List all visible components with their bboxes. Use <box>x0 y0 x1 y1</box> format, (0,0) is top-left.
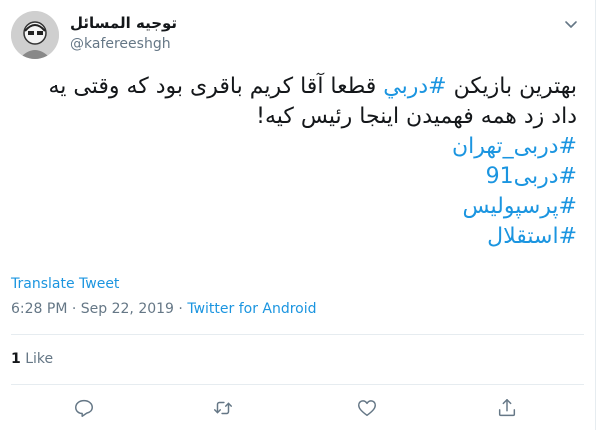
hashtag-link[interactable]: #پرسپولیس <box>18 192 577 222</box>
likes-count[interactable]: 1 Like <box>11 351 53 367</box>
display-name[interactable]: توجیه المسائل <box>70 14 177 32</box>
hashtag-link[interactable]: #دربي <box>383 74 446 99</box>
avatar-image <box>11 11 59 59</box>
tweet-source-link[interactable]: Twitter for Android <box>187 301 316 317</box>
tweet-actions <box>0 393 596 423</box>
retweet-icon[interactable] <box>212 397 234 419</box>
reply-icon[interactable] <box>73 397 95 419</box>
share-icon[interactable] <box>496 397 518 419</box>
tweet-main-text: بهترین بازیکن #دربي قطعا آقا کریم باقری … <box>18 72 577 132</box>
divider <box>11 384 584 385</box>
tweet-time[interactable]: 6:28 PM <box>11 301 67 317</box>
hashtag-link[interactable]: #دربی_تهران <box>18 132 577 162</box>
hashtag-link[interactable]: #دربی91 <box>18 162 577 192</box>
tweet-text: بهترین بازیکن #دربي قطعا آقا کریم باقری … <box>18 72 577 252</box>
likes-number: 1 <box>11 351 21 367</box>
tweet-date[interactable]: Sep 22, 2019 <box>81 301 174 317</box>
likes-label: Like <box>25 351 54 367</box>
chevron-down-icon[interactable] <box>563 16 579 32</box>
translate-tweet-link[interactable]: Translate Tweet <box>11 276 119 292</box>
hashtag-link[interactable]: #استقلال <box>18 222 577 252</box>
user-handle[interactable]: @kafereeshgh <box>70 36 171 52</box>
tweet-text-part: بهترین بازیکن <box>446 74 577 99</box>
divider <box>11 334 584 335</box>
tweet-card: توجیه المسائل @kafereeshgh بهترین بازیکن… <box>0 0 596 430</box>
hashtag-list: #دربی_تهران #دربی91 #پرسپولیس #استقلال <box>18 132 577 252</box>
avatar[interactable] <box>11 11 59 59</box>
meta-separator: · <box>178 301 183 317</box>
meta-separator: · <box>71 301 77 317</box>
tweet-meta: 6:28 PM · Sep 22, 2019 · Twitter for And… <box>11 301 317 317</box>
heart-icon[interactable] <box>356 397 378 419</box>
